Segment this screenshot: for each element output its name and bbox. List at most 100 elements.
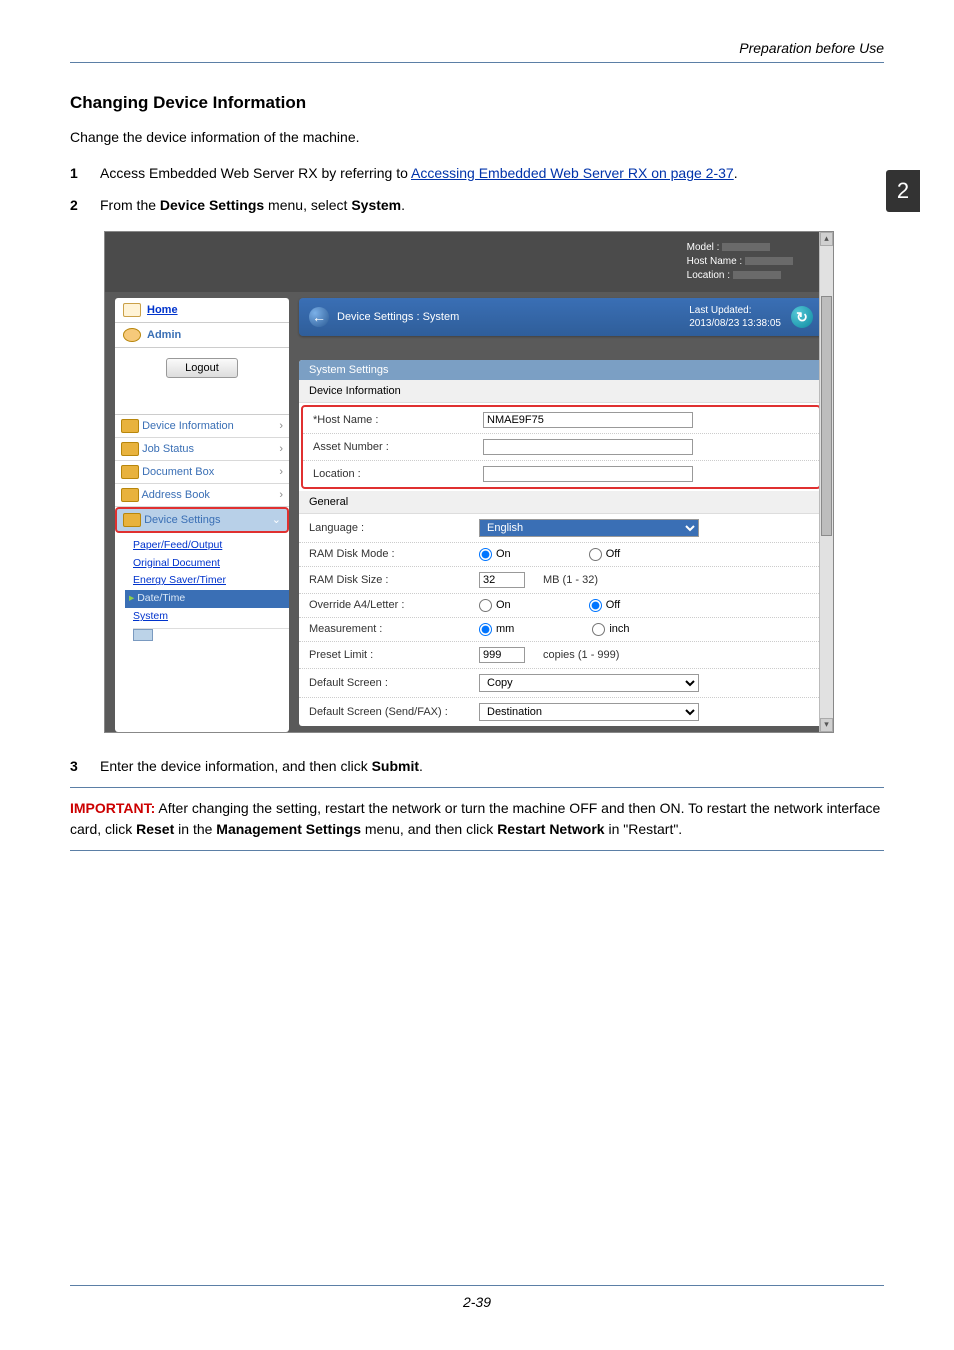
note-bold3: Restart Network — [497, 821, 604, 837]
page-header: Preparation before Use — [70, 40, 884, 63]
page-number-badge: 2 — [886, 170, 920, 212]
nav-address-book[interactable]: Address Book › — [115, 484, 289, 507]
sidebar-admin[interactable]: Admin — [115, 323, 289, 348]
ramdisk-mode-off-radio[interactable] — [589, 548, 602, 561]
note-c: menu, and then click — [361, 821, 497, 837]
scroll-down-arrow[interactable]: ▾ — [820, 718, 833, 732]
nav-job-status[interactable]: Job Status › — [115, 438, 289, 461]
last-updated-value: 2013/08/23 13:38:05 — [689, 317, 781, 330]
location-input[interactable] — [483, 466, 693, 482]
ramdisk-size-input[interactable] — [479, 572, 525, 588]
default-screen-fax-label: Default Screen (Send/FAX) : — [309, 706, 479, 718]
nav-device-settings-label: Device Settings — [144, 514, 220, 526]
nav-device-settings[interactable]: Device Settings ⌄ — [115, 507, 289, 533]
step-1-number: 1 — [70, 162, 86, 184]
document-box-icon — [121, 465, 139, 479]
important-label: IMPORTANT: — [70, 800, 155, 816]
sidebar-admin-label: Admin — [147, 329, 181, 341]
address-book-icon — [121, 488, 139, 502]
language-label: Language : — [309, 522, 479, 534]
step-2-number: 2 — [70, 194, 86, 216]
sidebar: Home Admin Logout Device Information › J… — [115, 298, 289, 732]
default-screen-fax-select[interactable]: Destination — [479, 703, 699, 721]
subnav-paper[interactable]: Paper/Feed/Output — [133, 537, 289, 555]
sidebar-home-label: Home — [147, 304, 178, 316]
step-1-link[interactable]: Accessing Embedded Web Server RX on page… — [411, 165, 734, 181]
screenshot: Model : Host Name : Location : Home Admi… — [104, 231, 834, 733]
inch-label: inch — [609, 623, 629, 635]
subnav-original-document[interactable]: Original Document — [133, 555, 289, 573]
panel-subtitle-device-info: Device Information — [299, 380, 823, 403]
last-updated-label: Last Updated: — [689, 304, 781, 317]
step-2-bold2: System — [351, 197, 401, 213]
step-2-a: From the — [100, 197, 160, 213]
step-2-b: menu, select — [264, 197, 351, 213]
scroll-up-arrow[interactable]: ▴ — [820, 232, 833, 246]
smudge — [722, 243, 770, 251]
chevron-down-icon: ⌄ — [272, 513, 281, 526]
override-off-radio[interactable] — [589, 599, 602, 612]
step-3-number: 3 — [70, 755, 86, 777]
ss-hostname-label: Host Name : — [687, 256, 743, 267]
preset-limit-label: Preset Limit : — [309, 649, 479, 661]
important-note: IMPORTANT: After changing the setting, r… — [70, 787, 884, 851]
page-footer: 2-39 — [70, 1285, 884, 1310]
panel-subtitle-general: General — [299, 491, 823, 514]
device-info-icon — [121, 419, 139, 433]
preset-limit-input[interactable] — [479, 647, 525, 663]
panel-title: System Settings — [299, 360, 823, 380]
home-icon — [123, 303, 141, 317]
thumb-icon — [133, 629, 153, 641]
default-screen-select[interactable]: Copy — [479, 674, 699, 692]
override-on-radio[interactable] — [479, 599, 492, 612]
hostname-input[interactable] — [483, 412, 693, 428]
subnav-date-time[interactable]: ▸ Date/Time — [125, 590, 289, 608]
scroll-thumb[interactable] — [821, 296, 832, 536]
ramdisk-size-label: RAM Disk Size : — [309, 574, 479, 586]
location-label: Location : — [313, 468, 483, 480]
ramdisk-mode-on-radio[interactable] — [479, 548, 492, 561]
override-label: Override A4/Letter : — [309, 599, 479, 611]
step-1-text-b: . — [734, 165, 738, 181]
chevron-right-icon: › — [279, 420, 283, 432]
note-b: in the — [174, 821, 216, 837]
language-select[interactable]: English — [479, 519, 699, 537]
refresh-button[interactable]: ↻ — [791, 306, 813, 328]
on-label: On — [496, 548, 511, 560]
chevron-right-icon: › — [279, 489, 283, 501]
intro-text: Change the device information of the mac… — [70, 127, 884, 148]
step-3-b: . — [419, 758, 423, 774]
default-screen-label: Default Screen : — [309, 677, 479, 689]
back-button[interactable]: ← — [309, 307, 329, 327]
preset-limit-unit: copies (1 - 999) — [543, 649, 619, 661]
subnav-energy-saver[interactable]: Energy Saver/Timer — [133, 572, 289, 590]
off-label2: Off — [606, 599, 620, 611]
scrollbar[interactable]: ▴ ▾ — [819, 232, 833, 732]
subnav-extra — [133, 628, 289, 641]
asset-number-input[interactable] — [483, 439, 693, 455]
sidebar-home[interactable]: Home — [115, 298, 289, 323]
breadcrumb-path: Device Settings : System — [337, 311, 459, 323]
ss-model-label: Model : — [687, 242, 720, 253]
device-settings-icon — [123, 513, 141, 527]
ss-title-bar: Model : Host Name : Location : — [105, 232, 833, 292]
mm-label: mm — [496, 623, 514, 635]
nav-device-information[interactable]: Device Information › — [115, 415, 289, 438]
measurement-mm-radio[interactable] — [479, 623, 492, 636]
nav-document-box[interactable]: Document Box › — [115, 461, 289, 484]
ramdisk-mode-label: RAM Disk Mode : — [309, 548, 479, 560]
subnav-datetime-label: Date/Time — [137, 592, 185, 604]
user-icon — [123, 328, 141, 342]
step-1-text-a: Access Embedded Web Server RX by referri… — [100, 165, 411, 181]
step-2-text: From the Device Settings menu, select Sy… — [100, 194, 405, 216]
smudge — [745, 257, 793, 265]
measurement-label: Measurement : — [309, 623, 479, 635]
subnav-system[interactable]: System — [133, 608, 289, 626]
on-label2: On — [496, 599, 511, 611]
logout-button[interactable]: Logout — [166, 358, 238, 378]
measurement-inch-radio[interactable] — [592, 623, 605, 636]
smudge — [733, 271, 781, 279]
device-info-highlight: *Host Name : Asset Number : Location : — [301, 405, 821, 489]
step-1-text: Access Embedded Web Server RX by referri… — [100, 162, 738, 184]
note-bold1: Reset — [136, 821, 174, 837]
